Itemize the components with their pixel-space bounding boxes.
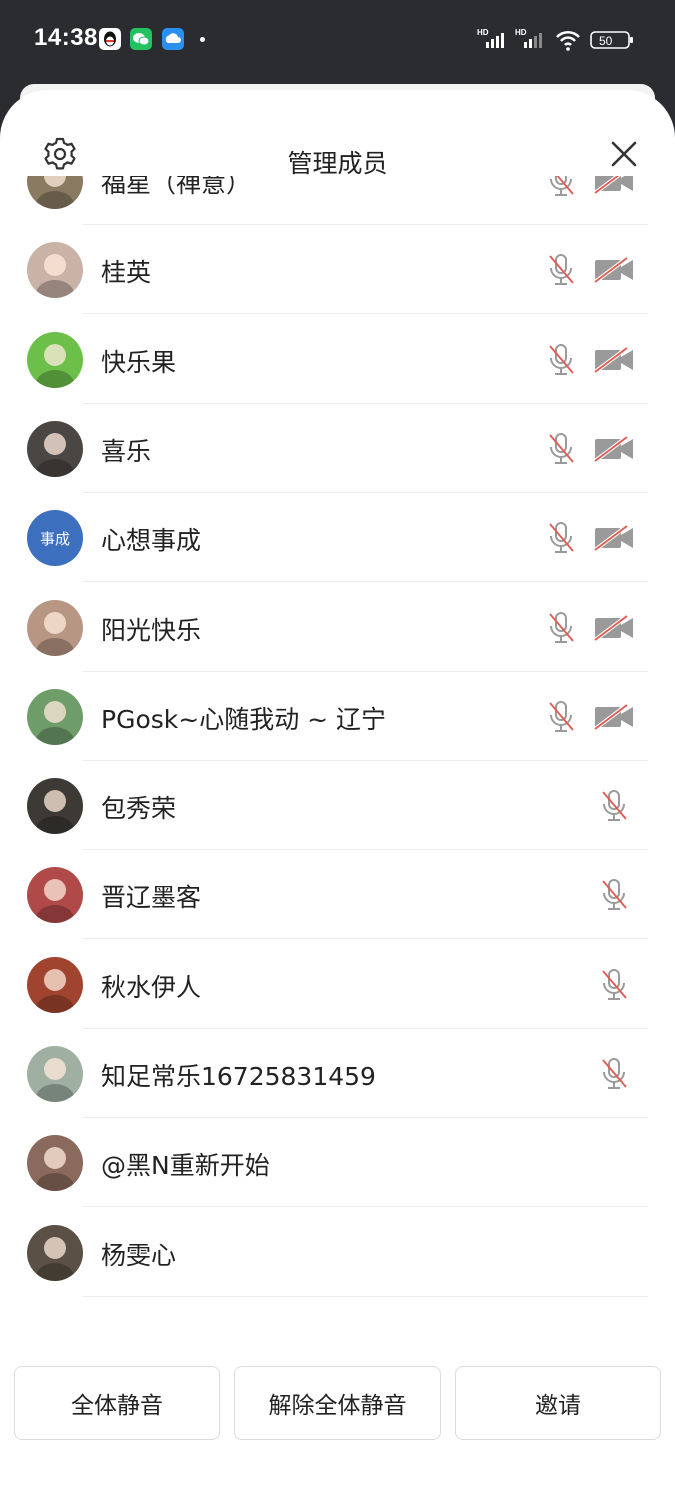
avatar[interactable] <box>27 599 83 656</box>
mic-muted-icon[interactable] <box>546 342 576 378</box>
camera-off-icon[interactable] <box>593 523 635 553</box>
unmute-all-button[interactable]: 解除全体静音 <box>234 1366 441 1440</box>
cloud-app-icon <box>162 28 184 50</box>
bottom-action-bar: 全体静音 解除全体静音 邀请 <box>0 1366 675 1446</box>
camera-off-icon[interactable] <box>593 255 635 285</box>
notification-dot <box>200 37 205 42</box>
member-name: 包秀荣 <box>101 794 177 824</box>
mic-muted-icon[interactable] <box>546 176 576 199</box>
mic-muted-icon[interactable] <box>546 610 576 646</box>
member-name: 福星（禅意） <box>101 176 252 198</box>
member-row[interactable]: 桂英 <box>0 225 675 315</box>
status-time: 14:38 <box>34 24 98 51</box>
row-divider <box>83 1295 648 1297</box>
member-name: 桂英 <box>101 258 152 288</box>
member-row[interactable]: 杨雯心 <box>0 1208 675 1297</box>
network-label-2: HD <box>515 28 527 37</box>
member-name: PGosk~心随我动 ~ 辽宁 <box>101 704 387 734</box>
member-name: 秋水伊人 <box>101 972 202 1002</box>
camera-off-icon[interactable] <box>593 176 635 196</box>
mic-muted-icon[interactable] <box>599 877 629 913</box>
wifi-icon <box>556 30 580 51</box>
avatar[interactable] <box>27 331 83 388</box>
member-name: 知足常乐16725831459 <box>101 1062 376 1091</box>
mic-muted-icon[interactable] <box>599 788 629 824</box>
camera-off-icon[interactable] <box>593 434 635 464</box>
avatar[interactable] <box>27 867 83 924</box>
mute-all-button[interactable]: 全体静音 <box>14 1366 220 1440</box>
status-bar: 14:38 HD HD 50 <box>0 0 675 84</box>
mic-muted-icon[interactable] <box>546 431 576 467</box>
avatar[interactable] <box>27 956 83 1013</box>
avatar[interactable] <box>27 420 83 477</box>
member-row[interactable]: 晋辽墨客 <box>0 850 675 940</box>
avatar-text: 事成 <box>39 529 70 548</box>
avatar[interactable] <box>27 1224 83 1281</box>
member-row[interactable]: PGosk~心随我动 ~ 辽宁 <box>0 672 675 761</box>
member-name: @黑N重新开始 <box>101 1151 270 1181</box>
mic-muted-icon[interactable] <box>546 252 576 288</box>
battery-level: 50 <box>599 34 613 48</box>
member-name: 杨雯心 <box>101 1240 177 1270</box>
camera-off-icon[interactable] <box>593 613 635 643</box>
avatar[interactable] <box>27 778 83 835</box>
avatar[interactable]: 事成 <box>27 510 83 567</box>
camera-off-icon[interactable] <box>593 702 635 732</box>
qq-icon <box>99 28 121 50</box>
member-row[interactable]: 喜乐 <box>0 404 675 493</box>
member-row[interactable]: 阳光快乐 <box>0 583 675 672</box>
member-row[interactable]: 包秀荣 <box>0 761 675 851</box>
mic-muted-icon[interactable] <box>599 1056 629 1092</box>
close-icon[interactable] <box>604 134 644 174</box>
avatar[interactable] <box>27 1135 83 1192</box>
avatar[interactable] <box>27 176 83 209</box>
member-row[interactable]: 快乐果 <box>0 315 675 404</box>
member-row[interactable]: 知足常乐16725831459 <box>0 1029 675 1118</box>
wechat-icon <box>130 28 152 50</box>
member-row[interactable]: 福星（禅意） <box>0 176 675 225</box>
avatar[interactable] <box>27 688 83 745</box>
mic-muted-icon[interactable] <box>546 699 576 735</box>
member-name: 喜乐 <box>101 436 152 466</box>
avatar[interactable] <box>27 242 83 299</box>
member-row[interactable]: 秋水伊人 <box>0 940 675 1029</box>
mic-muted-icon[interactable] <box>599 967 629 1003</box>
avatar[interactable] <box>27 1046 83 1102</box>
member-row[interactable]: 事成 心想事成 <box>0 493 675 583</box>
mic-muted-icon[interactable] <box>546 520 576 556</box>
member-list[interactable]: 福星（禅意） 桂英快乐果喜乐事成 心想事成阳光快乐 PGosk~心随我动 ~ 辽宁 包秀… <box>0 176 675 1338</box>
member-name: 晋辽墨客 <box>101 883 202 913</box>
member-name: 阳光快乐 <box>101 615 202 645</box>
manage-members-sheet: 管理成员 福星（禅意） 桂英快乐果喜乐事成 心想事成阳光快乐 PGosk~心随我动 ~… <box>0 90 675 1500</box>
member-name: 心想事成 <box>101 526 202 556</box>
network-label-1: HD <box>477 28 489 37</box>
member-row[interactable]: @黑N重新开始 <box>0 1118 675 1208</box>
invite-button[interactable]: 邀请 <box>455 1366 661 1440</box>
member-name: 快乐果 <box>101 347 177 377</box>
camera-off-icon[interactable] <box>593 345 635 375</box>
status-indicators: HD HD 50 <box>477 25 637 55</box>
page-title: 管理成员 <box>287 149 388 178</box>
